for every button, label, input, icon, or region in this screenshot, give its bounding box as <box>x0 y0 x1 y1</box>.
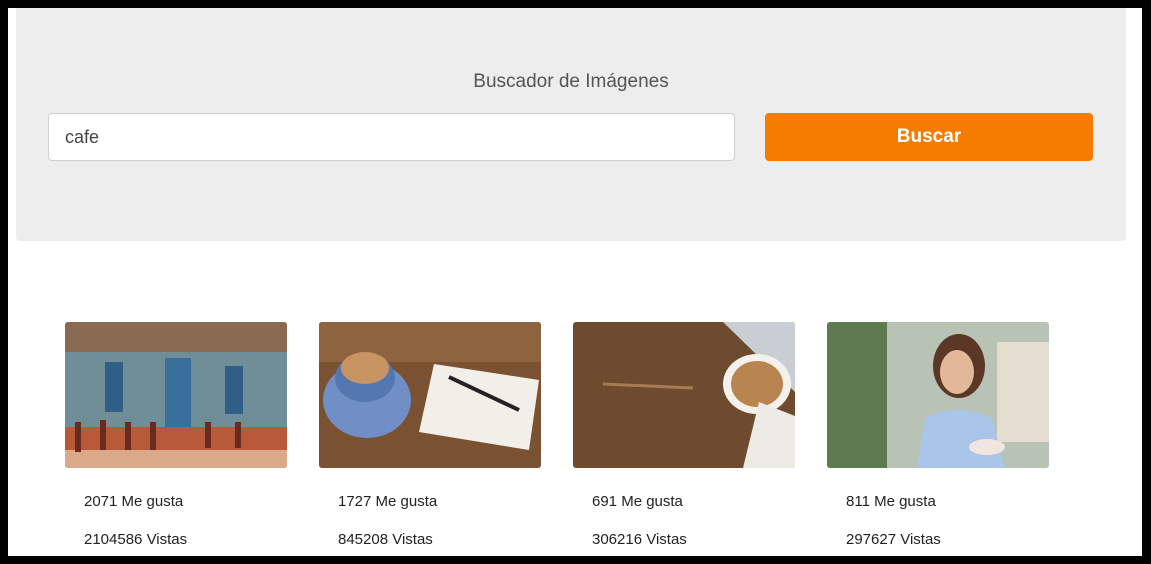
search-button[interactable]: Buscar <box>765 113 1093 161</box>
likes-count: 1727 Me gusta <box>338 493 438 510</box>
search-jumbotron: Buscador de Imágenes Buscar <box>16 8 1126 241</box>
likes-count: 811 Me gusta <box>846 493 936 510</box>
page: Buscador de Imágenes Buscar <box>8 8 1142 556</box>
views-count: 2104586 Vistas <box>84 531 188 548</box>
cafe-street-facade-image[interactable] <box>65 322 287 468</box>
likes-count: 2071 Me gusta <box>84 493 184 510</box>
result-card: 811 Me gusta 297627 Vistas <box>827 322 1050 548</box>
likes-count: 691 Me gusta <box>592 493 683 510</box>
views-count: 306216 Vistas <box>592 531 687 548</box>
search-input[interactable] <box>48 113 735 161</box>
views-count: 845208 Vistas <box>338 531 433 548</box>
result-card: 2071 Me gusta 2104586 Vistas <box>65 322 288 548</box>
coffee-cup-notebook-image[interactable] <box>319 322 541 468</box>
image-results-grid: 2071 Me gusta 2104586 Vistas 1727 Me gus… <box>65 322 1050 548</box>
latte-laptop-desk-image[interactable] <box>573 322 795 468</box>
result-card: 1727 Me gusta 845208 Vistas <box>319 322 542 548</box>
woman-phone-cafe-image[interactable] <box>827 322 1049 468</box>
page-title: Buscador de Imágenes <box>473 71 669 92</box>
result-card: 691 Me gusta 306216 Vistas <box>573 322 796 548</box>
views-count: 297627 Vistas <box>846 531 941 548</box>
